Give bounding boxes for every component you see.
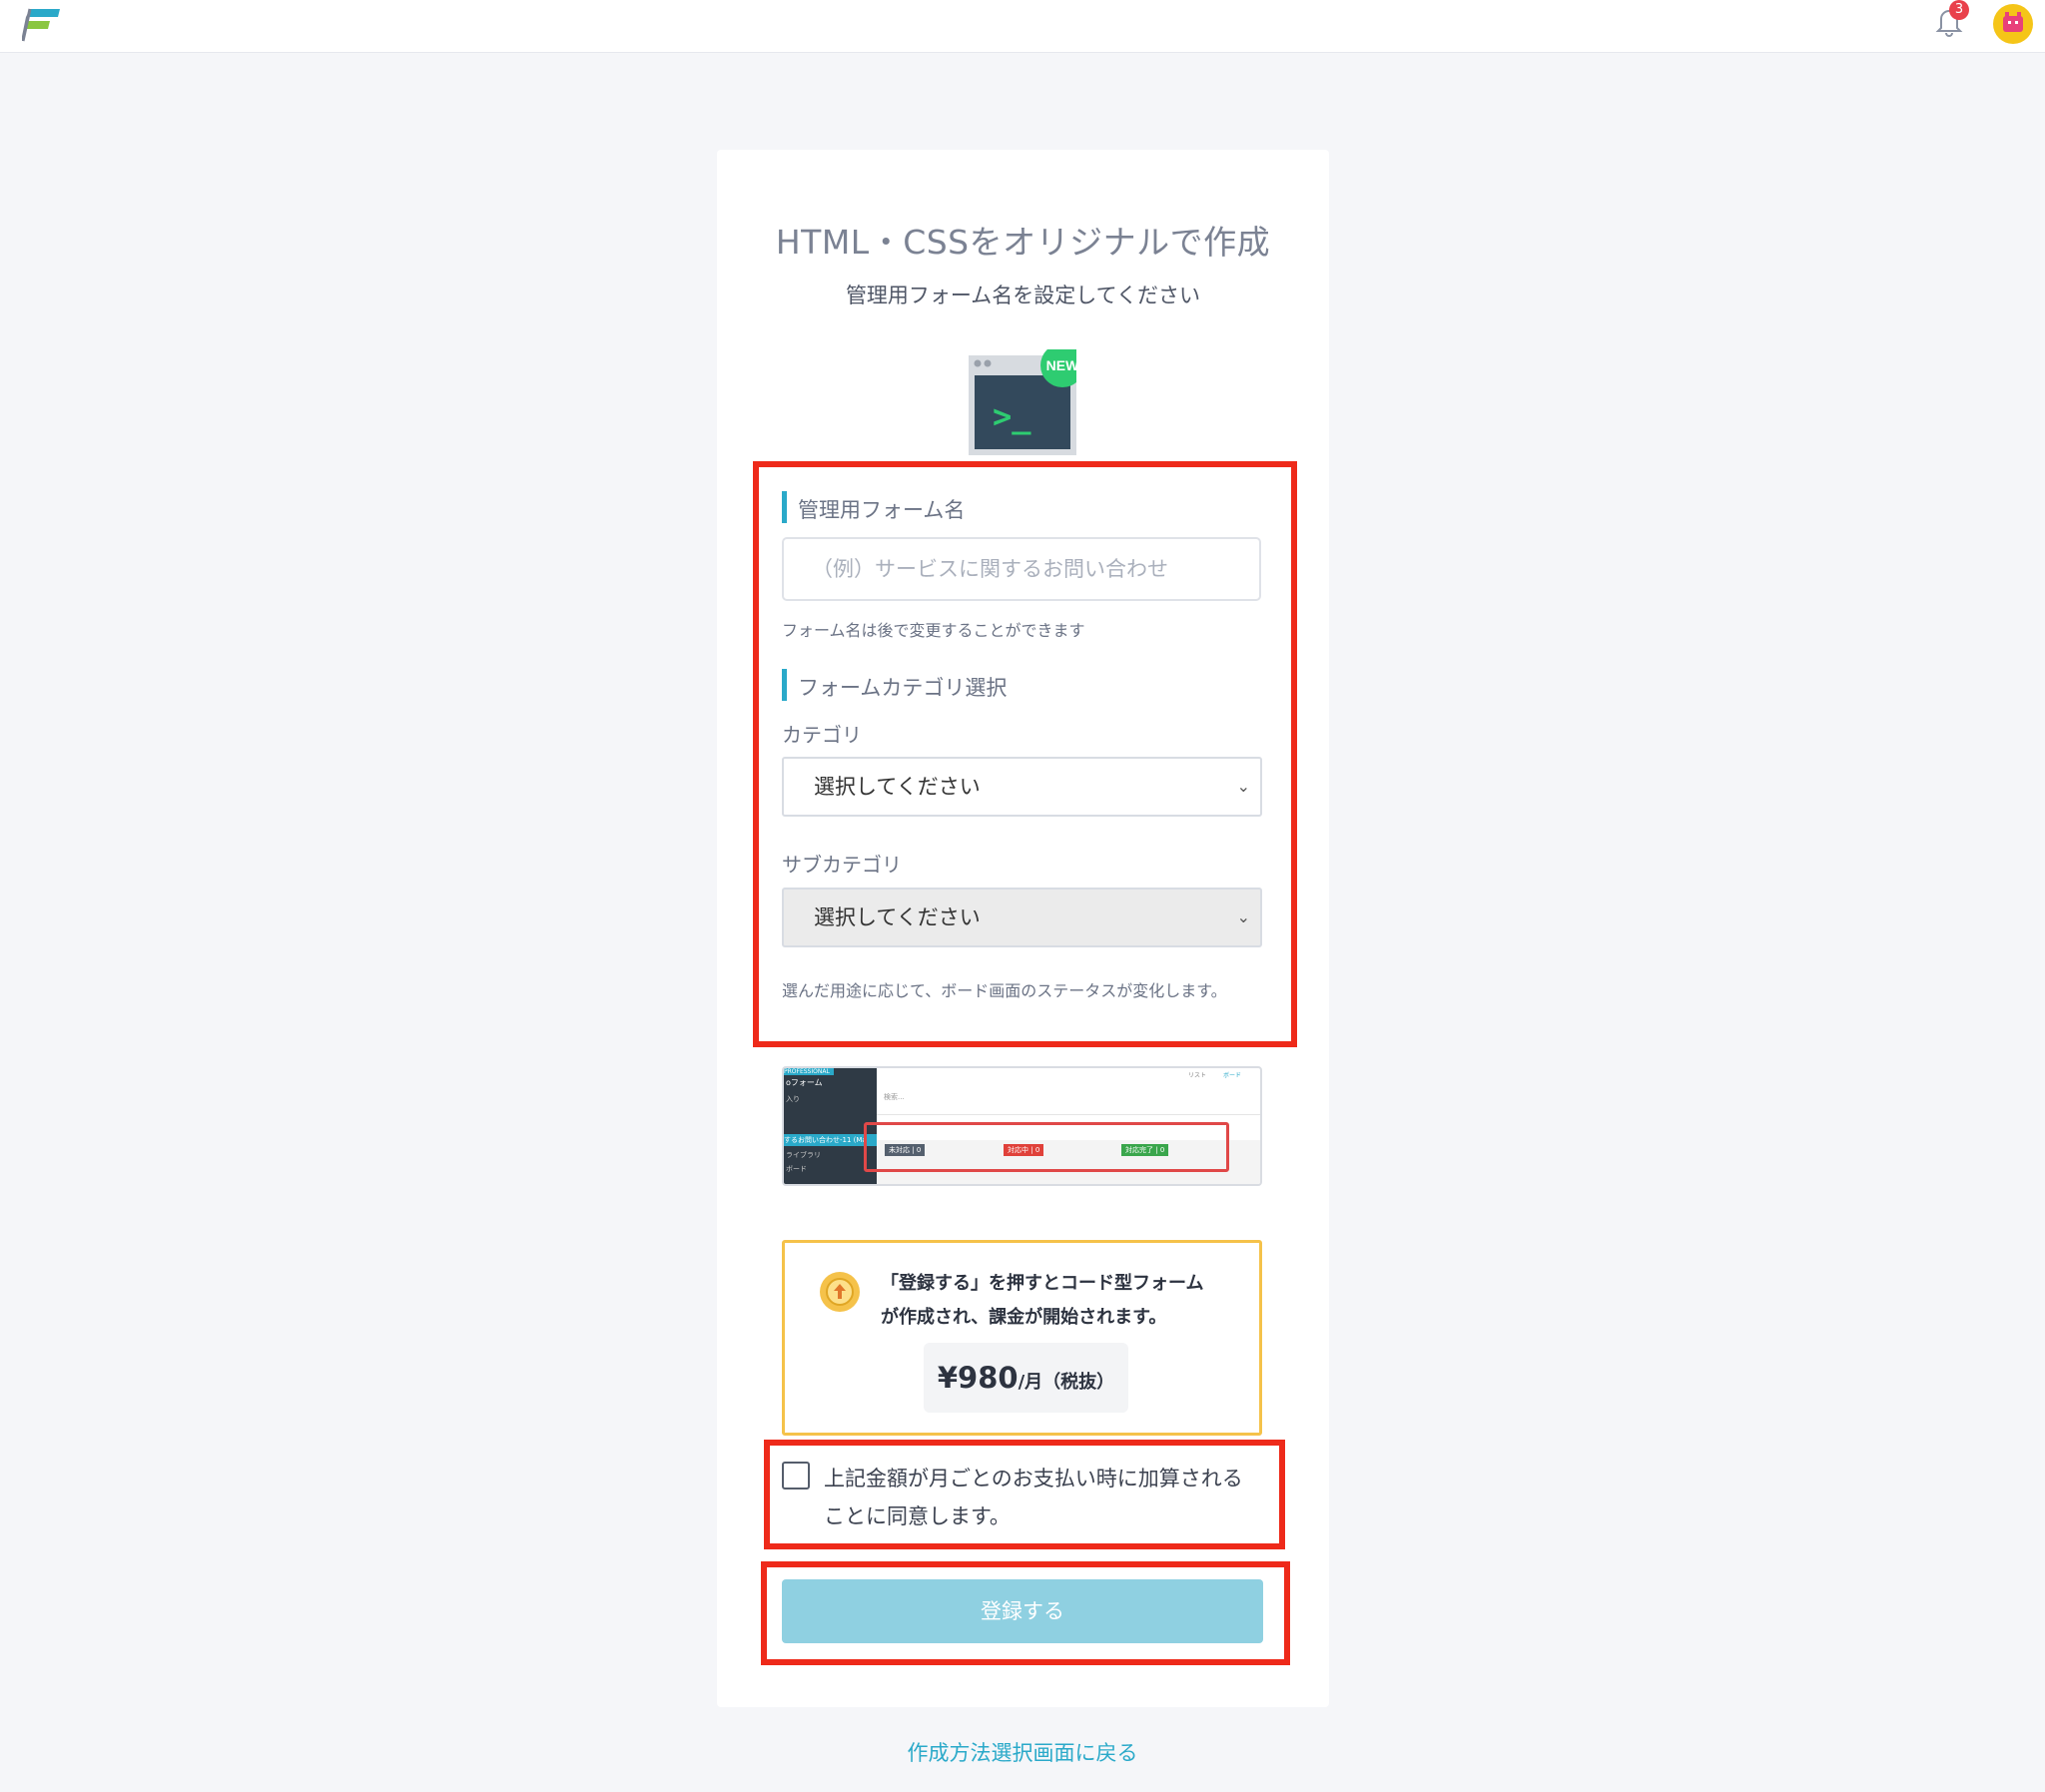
preview-tab-board: ボード bbox=[1223, 1072, 1242, 1079]
price-amount: ¥980 bbox=[937, 1361, 1019, 1395]
price-unit: /月（税抜） bbox=[1018, 1372, 1115, 1393]
user-avatar[interactable] bbox=[1993, 4, 2033, 44]
preview-sidebar-item: ボード bbox=[786, 1165, 807, 1173]
notification-count-badge: 3 bbox=[1949, 0, 1969, 20]
annotation-highlight-register-button bbox=[761, 1561, 1290, 1665]
price-box: ¥980/月（税抜） bbox=[924, 1343, 1128, 1413]
top-bar: 3 bbox=[0, 0, 2045, 53]
preview-search-placeholder: 検索... bbox=[884, 1093, 905, 1101]
new-badge-text: NEW bbox=[1046, 357, 1076, 373]
preview-highlight-box bbox=[864, 1122, 1229, 1172]
preview-sidebar-item: 入り bbox=[786, 1095, 800, 1103]
terminal-prompt-text: >_ bbox=[993, 397, 1031, 435]
board-preview-image: PROFESSIONAL oフォーム 入り するお問い合わせ-11 (Ma ライ… bbox=[782, 1066, 1262, 1186]
billing-notice: 「登録する」を押すとコード型フォーム が作成され、課金が開始されます。 ¥980… bbox=[782, 1240, 1262, 1436]
app-logo-icon[interactable] bbox=[22, 7, 62, 43]
billing-notice-text: 「登録する」を押すとコード型フォーム が作成され、課金が開始されます。 bbox=[881, 1273, 1204, 1328]
preview-sidebar-item: oフォーム bbox=[786, 1078, 823, 1087]
preview-plan-badge: PROFESSIONAL bbox=[784, 1068, 834, 1075]
preview-tab-list: リスト bbox=[1188, 1072, 1207, 1079]
back-to-method-select-link[interactable]: 作成方法選択画面に戻る bbox=[0, 1737, 2045, 1767]
terminal-window-icon: >_ NEW bbox=[969, 349, 1076, 455]
avatar-character-icon bbox=[2003, 12, 2023, 32]
annotation-highlight-form-fields bbox=[753, 461, 1297, 1047]
page-title: HTML・CSSをオリジナルで作成 bbox=[775, 223, 1271, 262]
preview-sidebar-item: ライブラリ bbox=[786, 1151, 821, 1159]
annotation-highlight-agreement bbox=[764, 1440, 1285, 1549]
preview-divider bbox=[877, 1114, 1260, 1115]
page-subtitle: 管理用フォーム名を設定してください bbox=[845, 284, 1201, 307]
coin-upload-icon bbox=[820, 1272, 860, 1312]
